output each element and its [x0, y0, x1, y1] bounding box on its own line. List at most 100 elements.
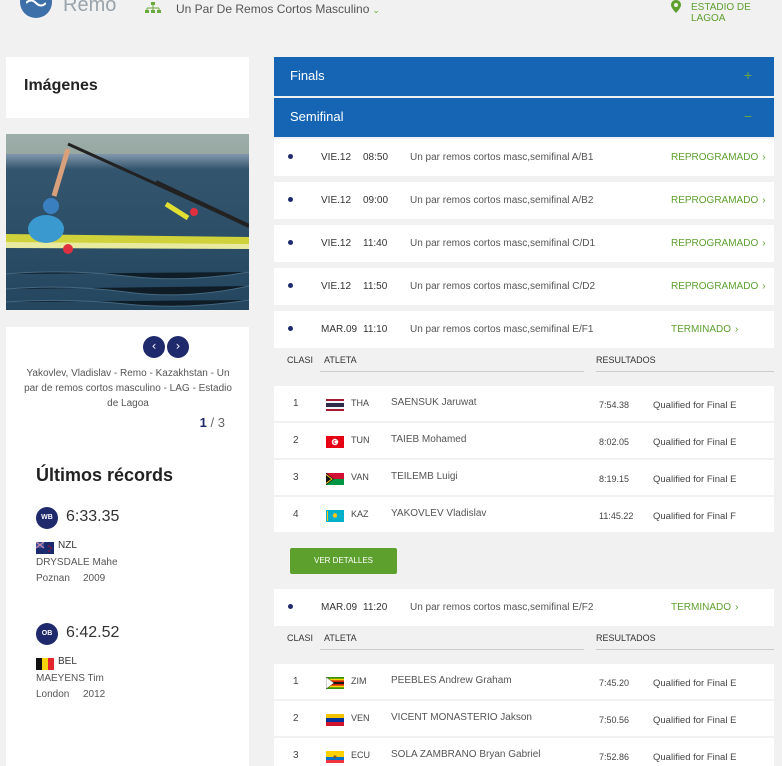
result-qualification: Qualified for Final E: [653, 437, 737, 448]
result-athlete: PEEBLES Andrew Graham: [391, 675, 512, 686]
result-row[interactable]: 2 VEN VICENT MONASTERIO Jakson 7:50.56 Q…: [274, 701, 774, 736]
race-status: REPROGRAMADO: [671, 195, 759, 206]
record-noc: NZL: [58, 540, 77, 551]
results-header: CLASI ATLETA RESULTADOS: [274, 625, 774, 651]
header-rank: CLASI: [287, 355, 314, 365]
bullet-icon: [288, 240, 293, 245]
next-image-button[interactable]: ›: [167, 336, 189, 358]
result-row[interactable]: 3 VAN TEILEMB Luigi 8:19.15 Qualified fo…: [274, 460, 774, 495]
race-row[interactable]: MAR.09 11:20 Un par remos cortos masc,se…: [274, 589, 774, 626]
phase-label: Finals: [290, 68, 325, 83]
event-selector[interactable]: Un Par De Remos Cortos Masculino ⌄: [176, 2, 380, 16]
chevron-right-icon: ›: [735, 602, 739, 613]
header-rank: CLASI: [287, 633, 314, 643]
result-mark: 7:52.86: [599, 752, 630, 762]
result-noc: KAZ: [351, 509, 369, 519]
race-row[interactable]: VIE.12 09:00 Un par remos cortos masc,se…: [274, 182, 774, 219]
result-noc: ZIM: [351, 676, 367, 686]
venue-link[interactable]: ESTADIO DE LAGOA: [691, 2, 782, 24]
flag-ecu-icon: [326, 751, 344, 763]
result-mark: 8:19.15: [599, 474, 630, 484]
record-year: 2012: [83, 689, 106, 700]
race-status-link[interactable]: REPROGRAMADO ›: [671, 238, 766, 249]
result-athlete: TEILEMB Luigi: [391, 471, 458, 482]
race-status-link[interactable]: TERMINADO ›: [671, 324, 738, 335]
race-row[interactable]: VIE.12 11:40 Un par remos cortos masc,se…: [274, 225, 774, 262]
record-item: WB 6:33.35 NZL DRYSDALE Mahe Poznan 2009: [36, 507, 236, 597]
flag-ven-icon: [326, 714, 344, 726]
race-time: 11:10: [363, 324, 388, 335]
header-athlete: ATLETA: [324, 633, 357, 643]
race-title: Un par remos cortos masc,semifinal C/D2: [410, 281, 596, 292]
results-header: CLASI ATLETA RESULTADOS: [274, 347, 774, 373]
rio-logo[interactable]: [20, 0, 52, 18]
gallery-photo[interactable]: [6, 134, 249, 310]
result-rank: 3: [293, 750, 299, 761]
result-qualification: Qualified for Final E: [653, 715, 737, 726]
race-status-link[interactable]: REPROGRAMADO ›: [671, 195, 766, 206]
race-row[interactable]: MAR.09 11:10 Un par remos cortos masc,se…: [274, 311, 774, 348]
flag-nzl-icon: [36, 542, 54, 554]
result-noc: VEN: [351, 713, 370, 723]
images-panel: Imágenes: [6, 57, 249, 118]
race-day: MAR.09: [321, 602, 358, 613]
chevron-right-icon: ›: [762, 238, 766, 249]
result-row[interactable]: 1 ZIM PEEBLES Andrew Graham 7:45.20 Qual…: [274, 664, 774, 699]
bullet-icon: [288, 326, 293, 331]
result-row[interactable]: 4 KAZ YAKOVLEV Vladislav 11:45.22 Qualif…: [274, 497, 774, 532]
race-time: 09:00: [363, 195, 389, 206]
sport-title: Remo: [63, 0, 117, 16]
race-day: VIE.12: [321, 238, 352, 249]
bullet-icon: [288, 604, 293, 609]
divider: [320, 649, 584, 650]
result-qualification: Qualified for Final E: [653, 752, 737, 763]
phase-label: Semifinal: [290, 109, 344, 124]
record-year: 2009: [83, 573, 106, 584]
result-rank: 2: [293, 713, 299, 724]
flag-kaz-icon: [326, 510, 344, 522]
result-row[interactable]: 1 THA SAENSUK Jaruwat 7:54.38 Qualified …: [274, 386, 774, 421]
header-athlete: ATLETA: [324, 355, 357, 365]
race-row[interactable]: VIE.12 08:50 Un par remos cortos masc,se…: [274, 139, 774, 176]
view-details-button[interactable]: VER DETALLES: [290, 548, 397, 574]
chevron-right-icon: ›: [762, 195, 766, 206]
divider: [596, 371, 774, 372]
images-title: Imágenes: [24, 77, 98, 94]
phase-finals-bar[interactable]: Finals +: [274, 57, 774, 96]
result-athlete: VICENT MONASTERIO Jakson: [391, 712, 532, 723]
race-time: 11:40: [363, 238, 388, 249]
divider: [320, 371, 584, 372]
result-athlete: SAENSUK Jaruwat: [391, 397, 477, 408]
race-status: TERMINADO: [671, 324, 731, 335]
chevron-down-icon: ⌄: [372, 5, 380, 15]
record-time: 6:33.35: [66, 508, 120, 525]
result-rank: 1: [293, 676, 299, 687]
prev-image-button[interactable]: ‹: [143, 336, 165, 358]
bullet-icon: [288, 283, 293, 288]
race-status-link[interactable]: REPROGRAMADO ›: [671, 152, 766, 163]
result-rank: 4: [293, 509, 299, 520]
expand-icon: +: [743, 67, 752, 83]
result-row[interactable]: 2 TUN TAIEB Mohamed 8:02.05 Qualified fo…: [274, 423, 774, 458]
gallery-panel: ‹ › Yakovlev, Vladislav - Remo - Kazakhs…: [6, 327, 249, 766]
bullet-icon: [288, 197, 293, 202]
divider: [596, 649, 774, 650]
phase-semifinal-bar[interactable]: Semifinal −: [274, 98, 774, 137]
race-status: REPROGRAMADO: [671, 281, 759, 292]
race-status-link[interactable]: TERMINADO ›: [671, 602, 738, 613]
result-mark: 7:45.20: [599, 678, 630, 688]
record-item: OB 6:42.52 BEL MAEYENS Tim London 2012: [36, 623, 236, 713]
result-row[interactable]: 3 ECU SOLA ZAMBRANO Bryan Gabriel 7:52.8…: [274, 738, 774, 766]
flag-van-icon: [326, 473, 344, 485]
flag-zim-icon: [326, 677, 344, 689]
record-place: Poznan: [36, 573, 70, 584]
hierarchy-icon: [145, 2, 161, 13]
record-place: London: [36, 689, 70, 700]
header-results: RESULTADOS: [596, 355, 656, 365]
race-day: VIE.12: [321, 152, 352, 163]
result-athlete: SOLA ZAMBRANO Bryan Gabriel: [391, 749, 541, 760]
result-mark: 7:54.38: [599, 400, 630, 410]
race-row[interactable]: VIE.12 11:50 Un par remos cortos masc,se…: [274, 268, 774, 305]
race-day: VIE.12: [321, 281, 352, 292]
race-status-link[interactable]: REPROGRAMADO ›: [671, 281, 766, 292]
